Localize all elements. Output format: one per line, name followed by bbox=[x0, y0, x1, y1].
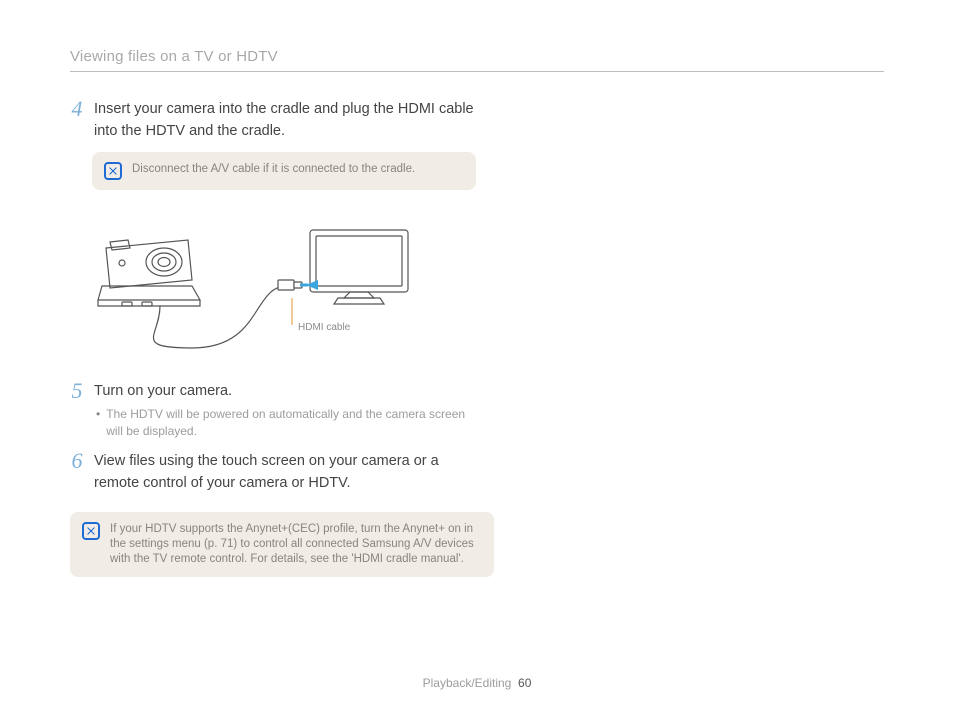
step-number: 6 bbox=[70, 450, 84, 494]
step-4: 4 Insert your camera into the cradle and… bbox=[70, 98, 480, 142]
manual-page: Viewing files on a TV or HDTV 4 Insert y… bbox=[0, 0, 954, 720]
diagram-label: HDMI cable bbox=[298, 322, 351, 333]
footer-section: Playback/Editing bbox=[423, 676, 512, 690]
footer-page: 60 bbox=[518, 676, 531, 690]
note-text: If your HDTV supports the Anynet+(CEC) p… bbox=[110, 522, 482, 567]
connection-diagram: HDMI cable bbox=[92, 208, 412, 358]
note-text: Disconnect the A/V cable if it is connec… bbox=[132, 162, 415, 177]
content-column: 4 Insert your camera into the cradle and… bbox=[70, 98, 480, 577]
step-text: Insert your camera into the cradle and p… bbox=[94, 98, 480, 142]
step-5: 5 Turn on your camera. The HDTV will be … bbox=[70, 380, 480, 440]
page-footer: Playback/Editing 60 bbox=[0, 676, 954, 690]
step-text: Turn on your camera. bbox=[94, 380, 480, 402]
step-number: 5 bbox=[70, 380, 84, 440]
page-header: Viewing files on a TV or HDTV bbox=[70, 48, 884, 72]
page-title: Viewing files on a TV or HDTV bbox=[70, 48, 884, 65]
step-number: 4 bbox=[70, 98, 84, 142]
note-disconnect: Disconnect the A/V cable if it is connec… bbox=[92, 152, 476, 190]
note-anynet: If your HDTV supports the Anynet+(CEC) p… bbox=[70, 512, 494, 577]
step-text: View files using the touch screen on you… bbox=[94, 450, 480, 494]
note-icon bbox=[82, 522, 100, 540]
note-icon bbox=[104, 162, 122, 180]
step-sub: The HDTV will be powered on automaticall… bbox=[94, 406, 480, 440]
step-6: 6 View files using the touch screen on y… bbox=[70, 450, 480, 494]
